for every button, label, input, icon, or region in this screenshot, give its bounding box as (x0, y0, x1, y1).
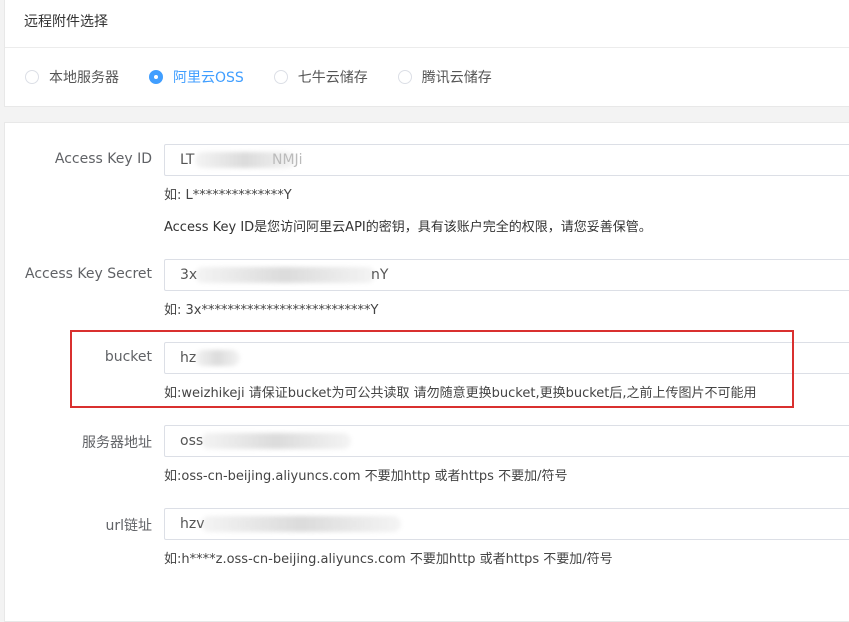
bucket-input[interactable]: hz (164, 342, 849, 374)
bucket-hint: 如:weizhikeji 请保证bucket为可公共读取 请勿随意更换bucke… (164, 386, 757, 401)
server-address-hint: 如:oss-cn-beijing.aliyuncs.com 不要加http 或者… (164, 469, 568, 484)
access-key-secret-label: Access Key Secret (25, 266, 152, 282)
redaction-blur (195, 267, 375, 283)
access-key-id-input[interactable]: LT NMJi (164, 144, 849, 176)
radio-tencent[interactable]: 腾讯云储存 (397, 67, 492, 87)
access-key-id-hint: 如: L**************Y (164, 188, 292, 203)
redaction-blur (195, 350, 240, 366)
server-address-input[interactable]: oss (164, 425, 849, 457)
redaction-blur (201, 433, 351, 449)
radio-circle-icon[interactable] (397, 70, 412, 84)
server-address-label: 服务器地址 (82, 435, 152, 451)
radio-checked-icon[interactable] (149, 70, 163, 84)
access-key-id-label: Access Key ID (54, 151, 152, 167)
radio-circle-icon[interactable] (273, 70, 288, 84)
server-address-value: oss (180, 433, 204, 449)
url-label: url链址 (105, 518, 152, 534)
url-input[interactable]: hzv (164, 508, 849, 540)
radio-label: 腾讯云储存 (421, 70, 492, 86)
radio-circle-icon[interactable] (25, 70, 39, 84)
access-key-secret-value-tail: nY (371, 267, 389, 283)
radio-aliyun-oss[interactable]: 阿里云OSS (149, 67, 244, 87)
panel-title: 远程附件选择 (5, 0, 849, 48)
access-key-secret-hint: 如: 3x**************************Y (164, 303, 379, 318)
radio-label: 阿里云OSS (173, 70, 244, 86)
storage-select-panel: 远程附件选择 本地服务器 阿里云OSS 七牛云储存 腾讯云储存 (4, 0, 849, 107)
access-key-secret-input[interactable]: 3x nY (164, 259, 849, 291)
access-key-id-description: Access Key ID是您访问阿里云API的密钥，具有该账户完全的权限，请您… (164, 220, 652, 235)
access-key-id-value: LT (180, 152, 195, 168)
storage-radio-group: 本地服务器 阿里云OSS 七牛云储存 腾讯云储存 (25, 67, 522, 87)
access-key-id-value-tail: NMJi (272, 152, 303, 168)
radio-label: 本地服务器 (49, 70, 119, 86)
url-hint: 如:h****z.oss-cn-beijing.aliyuncs.com 不要加… (164, 552, 613, 567)
radio-local-server[interactable]: 本地服务器 (25, 67, 119, 87)
radio-label: 七牛云储存 (297, 70, 368, 86)
radio-qiniu[interactable]: 七牛云储存 (273, 67, 368, 87)
bucket-value: hz (180, 350, 197, 366)
redaction-blur (201, 516, 401, 532)
bucket-label: bucket (104, 349, 152, 365)
